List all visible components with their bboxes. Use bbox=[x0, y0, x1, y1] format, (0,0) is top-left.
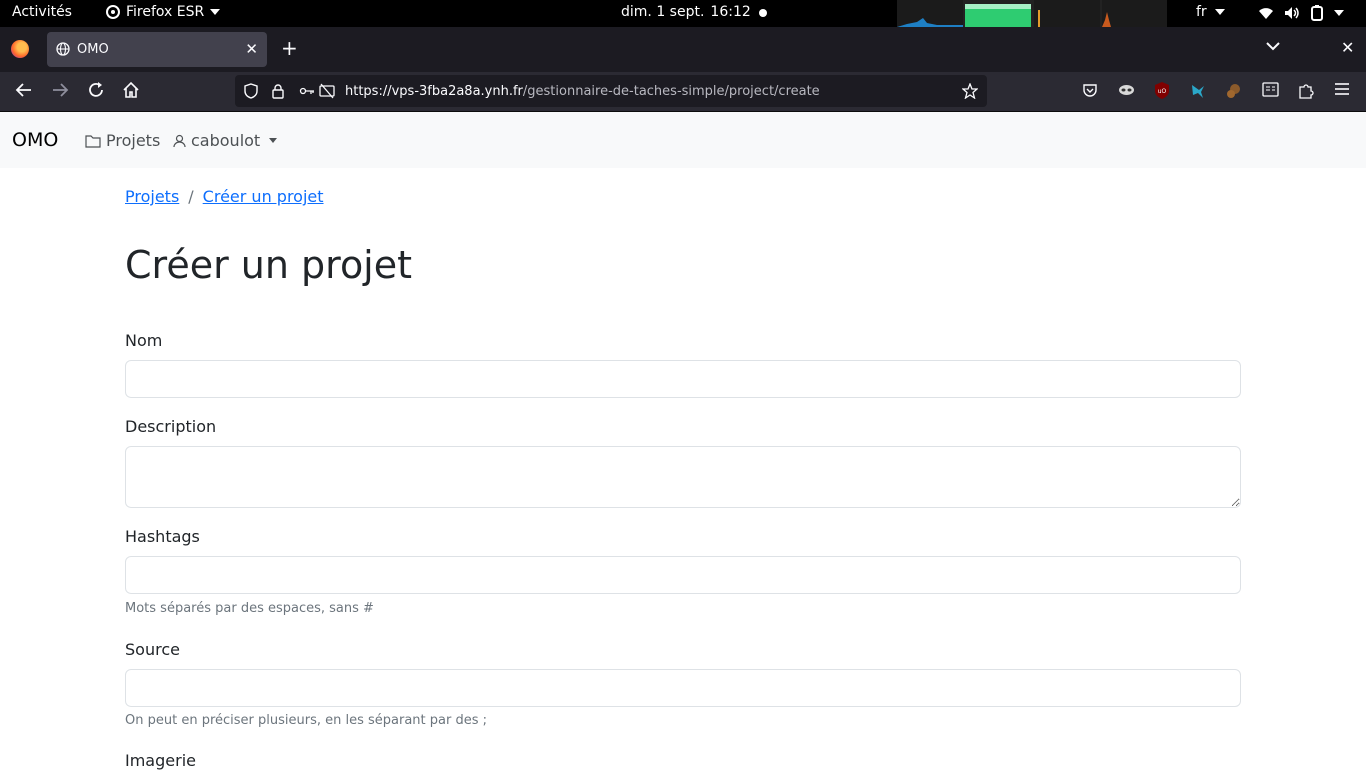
network-graph bbox=[1034, 0, 1100, 27]
page-title: Créer un projet bbox=[125, 243, 413, 287]
ublock-origin-icon[interactable]: uO bbox=[1154, 82, 1170, 99]
cpu-graph bbox=[897, 0, 963, 27]
app-menu[interactable]: Firefox ESR bbox=[106, 4, 221, 20]
name-input[interactable] bbox=[125, 360, 1241, 398]
globe-icon bbox=[56, 42, 70, 56]
name-label: Nom bbox=[125, 331, 163, 350]
window-close-icon[interactable]: ✕ bbox=[1341, 38, 1354, 57]
new-tab-icon[interactable]: + bbox=[281, 36, 298, 60]
close-tab-icon[interactable]: ✕ bbox=[245, 40, 258, 58]
extensions-puzzle-icon[interactable] bbox=[1298, 82, 1314, 99]
home-icon[interactable] bbox=[122, 81, 140, 99]
chevron-down-icon bbox=[269, 138, 278, 143]
system-monitor-graphs[interactable] bbox=[897, 0, 1167, 27]
breadcrumb: Projets / Créer un projet bbox=[125, 187, 324, 206]
extension-mask-icon[interactable] bbox=[1118, 82, 1135, 98]
back-arrow-icon[interactable] bbox=[15, 81, 33, 99]
volume-icon bbox=[1285, 7, 1299, 19]
nav-user-label: caboulot bbox=[191, 131, 261, 150]
clock[interactable]: dim. 1 sept. 16:12 bbox=[621, 4, 751, 20]
bookmark-star-icon[interactable] bbox=[962, 83, 978, 99]
web-page: OMO Projets caboulot Projets / Créer un … bbox=[0, 112, 1366, 770]
description-label: Description bbox=[125, 417, 217, 436]
clock-date: dim. 1 sept. bbox=[621, 4, 705, 20]
notification-dot-icon bbox=[759, 9, 767, 17]
source-input[interactable] bbox=[125, 669, 1241, 707]
tracking-protection-shield-icon[interactable] bbox=[243, 83, 259, 99]
system-top-bar: Activités Firefox ESR dim. 1 sept. 16:12… bbox=[0, 0, 1366, 27]
folder-icon bbox=[85, 134, 101, 148]
lock-icon[interactable] bbox=[271, 83, 285, 99]
nav-projects-label: Projets bbox=[106, 131, 161, 150]
input-language-menu[interactable]: fr bbox=[1196, 4, 1225, 20]
extension-bird-icon[interactable] bbox=[1190, 82, 1207, 99]
app-navbar: OMO Projets caboulot bbox=[0, 112, 1366, 168]
svg-text:uO: uO bbox=[1158, 88, 1167, 95]
blocked-media-icon[interactable] bbox=[319, 83, 335, 99]
hashtags-input[interactable] bbox=[125, 556, 1241, 594]
url-text[interactable]: https://vps-3fba2a8a.ynh.fr/gestionnaire… bbox=[345, 84, 820, 99]
forward-arrow-icon[interactable] bbox=[51, 81, 69, 99]
chevron-down-icon bbox=[1214, 9, 1225, 15]
address-bar[interactable]: https://vps-3fba2a8a.ynh.fr/gestionnaire… bbox=[235, 75, 987, 107]
activities-button[interactable]: Activités bbox=[12, 4, 72, 20]
reload-icon[interactable] bbox=[87, 81, 105, 99]
url-path: /gestionnaire-de-taches-simple/project/c… bbox=[522, 84, 820, 99]
memory-graph-top bbox=[965, 4, 1031, 9]
imagery-label: Imagerie bbox=[125, 751, 196, 770]
breadcrumb-separator: / bbox=[188, 187, 194, 206]
wifi-icon bbox=[1259, 8, 1273, 19]
reader-view-icon[interactable] bbox=[1262, 82, 1279, 97]
extension-squirrel-icon[interactable] bbox=[1226, 82, 1242, 99]
nav-user-dropdown[interactable]: caboulot bbox=[173, 131, 278, 150]
app-menu-label: Firefox ESR bbox=[126, 4, 205, 20]
firefox-app-icon bbox=[106, 5, 120, 19]
hashtags-label: Hashtags bbox=[125, 527, 200, 546]
nav-projects-link[interactable]: Projets bbox=[85, 131, 160, 150]
disk-graph bbox=[1102, 0, 1167, 27]
user-icon bbox=[173, 134, 186, 147]
permissions-key-icon[interactable] bbox=[299, 83, 315, 99]
clock-time: 16:12 bbox=[710, 4, 751, 20]
source-label: Source bbox=[125, 640, 180, 659]
firefox-view-icon[interactable] bbox=[11, 40, 29, 58]
browser-tab-strip: OMO ✕ + ✕ bbox=[0, 27, 1366, 72]
system-status-area[interactable] bbox=[1258, 5, 1344, 21]
browser-navigation-bar: https://vps-3fba2a8a.ynh.fr/gestionnaire… bbox=[0, 72, 1366, 111]
app-brand[interactable]: OMO bbox=[12, 129, 58, 151]
description-textarea[interactable] bbox=[125, 446, 1241, 508]
breadcrumb-projects-link[interactable]: Projets bbox=[125, 187, 179, 206]
browser-tab-active[interactable]: OMO ✕ bbox=[47, 32, 267, 67]
battery-icon bbox=[1311, 5, 1323, 21]
chevron-down-icon bbox=[210, 9, 221, 15]
breadcrumb-create-project-link[interactable]: Créer un projet bbox=[203, 187, 324, 206]
source-help-text: On peut en préciser plusieurs, en les sé… bbox=[125, 713, 488, 728]
pocket-icon[interactable] bbox=[1082, 82, 1098, 98]
url-host: https://vps-3fba2a8a.ynh.fr bbox=[345, 84, 523, 99]
list-all-tabs-icon[interactable] bbox=[1266, 41, 1280, 51]
hashtags-help-text: Mots séparés par des espaces, sans # bbox=[125, 601, 374, 616]
chevron-down-icon bbox=[1334, 10, 1344, 16]
hamburger-menu-icon[interactable] bbox=[1334, 82, 1350, 96]
language-label: fr bbox=[1196, 4, 1207, 20]
tab-title: OMO bbox=[77, 42, 109, 57]
